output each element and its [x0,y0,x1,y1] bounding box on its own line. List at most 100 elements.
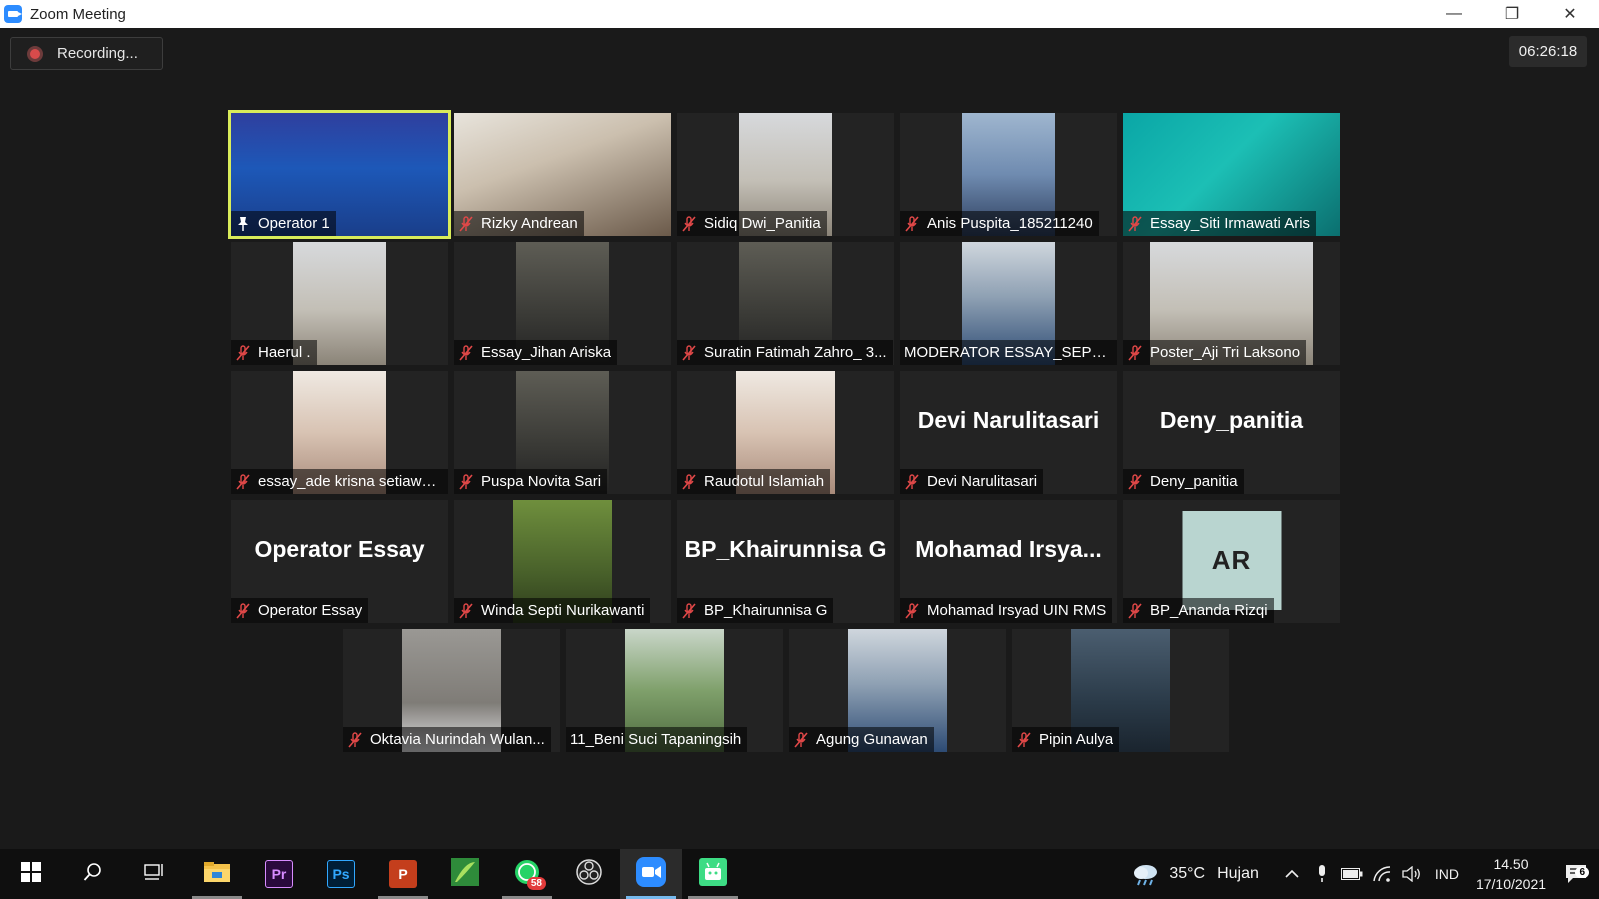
participant-tile[interactable]: Anis Puspita_185211240 [900,113,1117,236]
mic-muted-icon [236,602,250,619]
participant-display-name: BP_Khairunnisa G [684,536,887,562]
participant-name: Operator Essay [258,602,363,619]
wifi-icon[interactable] [1367,866,1397,882]
participant-tile[interactable]: Devi Narulitasari Devi Narulitasari [900,371,1117,494]
restore-button[interactable]: ❐ [1483,0,1541,28]
participant-nameplate: Pipin Aulya [1012,727,1120,752]
clock-date: 17/10/2021 [1475,876,1547,892]
windows-start-taskbar-button[interactable] [0,849,62,899]
participant-nameplate: Haerul . [231,340,317,365]
participant-nameplate: 11_Beni Suci Tapaningsih [566,727,748,752]
participant-tile[interactable]: AR BP_Ananda Rizqi [1123,500,1340,623]
participant-name: Deny_panitia [1150,473,1238,490]
record-icon [27,45,43,62]
microphone-icon[interactable] [1307,865,1337,883]
meeting-stage: Recording... 06:26:18 Operator 1 Rizky An… [0,28,1599,849]
participant-name: Essay_Jihan Ariska [481,344,612,361]
taskbar-clock[interactable]: 14.50 17/10/2021 [1469,854,1553,894]
participant-tile[interactable]: Winda Septi Nurikawanti [454,500,671,623]
battery-icon[interactable] [1337,868,1367,880]
participant-name: Haerul . [258,344,311,361]
action-center-button[interactable]: 6 [1553,864,1599,884]
mic-muted-icon [682,215,696,232]
mic-muted-icon [682,602,696,619]
participant-name: Devi Narulitasari [927,473,1038,490]
participant-name: BP_Khairunnisa G [704,602,828,619]
system-tray: 35°C Hujan IND 14.50 17/10/2021 6 [1131,849,1599,899]
minimize-button[interactable]: — [1425,0,1483,28]
participant-name: Winda Septi Nurikawanti [481,602,645,619]
mic-muted-icon [682,473,696,490]
participant-tile[interactable]: Essay_Jihan Ariska [454,242,671,365]
participant-name: Oktavia Nurindah Wulan... [370,731,545,748]
participant-nameplate: Devi Narulitasari [900,469,1044,494]
recording-indicator[interactable]: Recording... [10,37,163,70]
file-explorer-icon [203,860,231,889]
participant-tile[interactable]: Raudotul Islamiah [677,371,894,494]
mic-muted-icon [682,344,696,361]
photoshop-taskbar-button[interactable]: Ps [310,849,372,899]
mic-muted-icon [905,215,919,232]
premiere-pro-icon: Pr [265,860,293,888]
participant-nameplate: Essay_Siti Irmawati Aris [1123,211,1317,236]
mic-muted-icon [236,473,250,490]
participant-tile[interactable]: Rizky Andrean [454,113,671,236]
participant-name: Poster_Aji Tri Laksono [1150,344,1301,361]
participant-tile[interactable]: Deny_panitia Deny_panitia [1123,371,1340,494]
rain-cloud-icon [1134,865,1158,886]
task-view-taskbar-button[interactable] [124,849,186,899]
participant-tile[interactable]: Suratin Fatimah Zahro_ 3... [677,242,894,365]
zoom-taskbar-button[interactable] [620,849,682,899]
volume-icon[interactable] [1397,866,1427,882]
unread-badge: 58 [526,877,546,890]
participant-tile[interactable]: Pipin Aulya [1012,629,1229,752]
participant-nameplate: BP_Ananda Rizqi [1123,598,1274,623]
zoom-icon [636,856,666,892]
participant-tile[interactable]: Operator 1 [228,110,451,239]
whatsapp-taskbar-button[interactable]: 58 [496,849,558,899]
window-titlebar: Zoom Meeting — ❐ ✕ [0,0,1599,28]
mic-muted-icon [348,731,362,748]
participant-tile[interactable]: Poster_Aji Tri Laksono [1123,242,1340,365]
participant-tile[interactable]: Haerul . [231,242,448,365]
input-language[interactable]: IND [1435,866,1459,882]
premiere-pro-taskbar-button[interactable]: Pr [248,849,310,899]
participant-tile[interactable]: Sidiq Dwi_Panitia [677,113,894,236]
participant-tile[interactable]: 11_Beni Suci Tapaningsih [566,629,783,752]
mic-muted-icon [1128,473,1142,490]
participant-tile[interactable]: MODERATOR ESSAY_SEPTI B... [900,242,1117,365]
chevron-up-icon[interactable] [1277,869,1307,879]
participant-tile[interactable]: Mohamad Irsya... Mohamad Irsyad UIN RMS [900,500,1117,623]
participant-name: Operator 1 [258,215,330,232]
weather-widget[interactable]: 35°C Hujan [1131,862,1259,886]
participant-tile[interactable]: Essay_Siti Irmawati Aris [1123,113,1340,236]
participant-nameplate: Winda Septi Nurikawanti [454,598,651,623]
participant-tile[interactable]: Puspa Novita Sari [454,371,671,494]
participant-nameplate: essay_ade krisna setiawa... [231,469,448,494]
participant-nameplate: Sidiq Dwi_Panitia [677,211,827,236]
mic-muted-icon [459,602,473,619]
search-taskbar-button[interactable] [62,849,124,899]
corel-icon [451,857,479,891]
corel-taskbar-button[interactable] [434,849,496,899]
obs-taskbar-button[interactable] [558,849,620,899]
participant-name: Mohamad Irsyad UIN RMS [927,602,1107,619]
close-button[interactable]: ✕ [1541,0,1599,28]
participant-tile[interactable]: Agung Gunawan [789,629,1006,752]
participant-nameplate: Essay_Jihan Ariska [454,340,618,365]
participant-tile[interactable]: Oktavia Nurindah Wulan... [343,629,560,752]
android-studio-icon [699,857,727,891]
participant-name: Rizky Andrean [481,215,578,232]
participant-tile[interactable]: essay_ade krisna setiawa... [231,371,448,494]
zoom-app-icon [4,5,22,23]
participant-nameplate: Operator 1 [231,211,336,236]
mic-muted-icon [1128,602,1142,619]
participant-tile[interactable]: BP_Khairunnisa G BP_Khairunnisa G [677,500,894,623]
mic-muted-icon [459,473,473,490]
android-studio-taskbar-button[interactable] [682,849,744,899]
file-explorer-taskbar-button[interactable] [186,849,248,899]
powerpoint-taskbar-button[interactable]: P [372,849,434,899]
clock-time: 14.50 [1493,856,1529,872]
participant-tile[interactable]: Operator Essay Operator Essay [231,500,448,623]
mic-muted-icon [1017,731,1031,748]
